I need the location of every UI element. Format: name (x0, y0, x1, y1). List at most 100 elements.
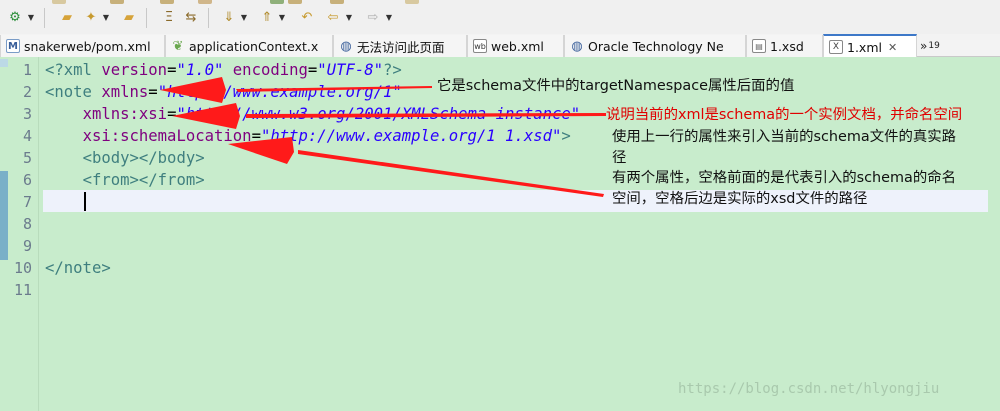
code-token: <? (45, 61, 64, 79)
next-annotation-icon[interactable]: ⇓ (220, 9, 238, 27)
toolbar-top-strip (0, 0, 1000, 6)
line-number: 1 (22, 61, 32, 79)
next-annotation-dropdown-icon[interactable]: ▼ (239, 9, 249, 27)
tab-label: 1.xml (847, 39, 882, 55)
code-token: "UTF-8" (317, 61, 384, 79)
previous-annotation-icon[interactable]: ⇑ (258, 9, 276, 27)
tab-pom-xml[interactable]: M snakerweb/pom.xml (0, 35, 165, 57)
toggle-icon[interactable]: ⇆ (182, 9, 200, 27)
align-icon[interactable]: Ξ (160, 9, 178, 27)
overflow-count: 19 (928, 41, 940, 51)
code-token: </note> (45, 259, 111, 277)
code-token: xmlns (101, 83, 149, 101)
forward-dropdown-icon[interactable]: ▼ (384, 9, 394, 27)
code-line[interactable]: xmlns:xsi="http://www.w3.org/2001/XMLSch… (45, 103, 581, 125)
spring-leaf-icon: ❦ (172, 38, 184, 54)
tab-label: 无法访问此页面 (357, 39, 445, 55)
open-folder-icon[interactable]: ▰ (58, 9, 76, 27)
line-number: 2 (22, 83, 32, 101)
code-line[interactable]: </note> (45, 257, 111, 279)
code-token: > (561, 127, 571, 145)
code-token: = (251, 127, 261, 145)
annotation-xmlns-xsi: 说明当前的xml是schema的一个实例文档，并命名空间 (606, 107, 963, 123)
code-token: <note (45, 83, 102, 101)
gutter-divider (38, 57, 39, 411)
last-edit-icon[interactable]: ↶ (298, 9, 316, 27)
code-token: "http://www.w3.org/2001/XMLSchema-instan… (176, 105, 581, 123)
run-config-dropdown-icon[interactable]: ▼ (26, 9, 36, 27)
tab-label: Oracle Technology Ne (588, 38, 724, 54)
change-marker (0, 59, 8, 67)
previous-annotation-dropdown-icon[interactable]: ▼ (277, 9, 287, 27)
tab-label: web.xml (491, 38, 544, 54)
tab-application-context[interactable]: ❦ applicationContext.x (165, 35, 333, 57)
forward-icon[interactable]: ⇨ (364, 9, 382, 27)
debug-dropdown-icon[interactable]: ▼ (101, 9, 111, 27)
tab-label: applicationContext.x (189, 38, 319, 54)
browser-globe-icon: ◍ (340, 38, 352, 54)
debug-icon[interactable]: ✦ (82, 9, 100, 27)
code-token: version (101, 61, 168, 79)
tab-oracle-technology[interactable]: ◍ Oracle Technology Ne (564, 35, 746, 57)
browser-globe-icon: ◍ (571, 38, 583, 54)
annotation-schema-location-4: 空间，空格后边是实际的xsd文件的路径 (612, 191, 868, 207)
tab-cannot-access-page[interactable]: ◍ 无法访问此页面 (333, 35, 467, 57)
back-dropdown-icon[interactable]: ▼ (344, 9, 354, 27)
back-icon[interactable]: ⇦ (324, 9, 342, 27)
open-file-icon[interactable]: ▰ (120, 9, 138, 27)
main-toolbar: ⚙ ▼ ▰ ✦ ▼ ▰ Ξ ⇆ ⇓ ▼ ⇑ ▼ ↶ ⇦ ▼ ⇨ ▼ (0, 0, 1000, 34)
change-marker (0, 171, 8, 260)
tab-1-xml[interactable]: X 1.xml ✕ (823, 34, 917, 58)
tab-web-xml[interactable]: wb web.xml (467, 35, 564, 57)
line-number: 11 (13, 281, 32, 299)
line-number: 5 (22, 149, 32, 167)
line-number: 7 (22, 193, 32, 211)
code-line[interactable]: <?xml version="1.0" encoding="UTF-8"?> (45, 59, 402, 81)
overflow-chevron-icon: » (920, 39, 928, 53)
tab-label: 1.xsd (770, 38, 804, 54)
close-tab-icon[interactable]: ✕ (888, 41, 897, 54)
text-caret (84, 192, 86, 211)
code-line[interactable]: xsi:schemaLocation="http://www.example.o… (45, 125, 571, 147)
code-token: xml (63, 61, 102, 79)
run-config-icon[interactable]: ⚙ (6, 9, 24, 27)
line-number: 6 (22, 171, 32, 189)
line-number: 3 (22, 105, 32, 123)
line-number: 9 (22, 237, 32, 255)
annotation-xmlns: 它是schema文件中的targetNamespace属性后面的值 (437, 78, 795, 94)
code-line[interactable]: <body></body> (45, 147, 205, 169)
web-xml-icon: wb (473, 39, 487, 53)
line-number: 4 (22, 127, 32, 145)
code-token: = (148, 83, 158, 101)
xml-file-icon: X (829, 40, 843, 54)
code-line[interactable]: <note xmlns="http://www.example.org/1" (45, 81, 402, 103)
toolbar-separator (44, 8, 45, 28)
editor-tab-bar: M snakerweb/pom.xml ❦ applicationContext… (0, 34, 1000, 58)
tab-label: snakerweb/pom.xml (24, 38, 151, 54)
tab-overflow-button[interactable]: » 19 (920, 36, 940, 56)
code-token: <from></from> (82, 171, 205, 189)
code-token: "http://www.example.org/1" (157, 83, 402, 101)
code-token: = (307, 61, 318, 79)
code-token: "http://www.example.org/1 1.xsd" (260, 127, 562, 145)
code-token: "1.0" (176, 61, 224, 79)
maven-icon: M (6, 39, 20, 53)
code-token: encoding (232, 61, 308, 79)
toolbar-separator (208, 8, 209, 28)
tab-1-xsd[interactable]: ▤ 1.xsd (746, 35, 823, 57)
code-token: xsi:schemaLocation (82, 127, 252, 145)
annotation-schema-location-3: 有两个属性，空格前面的是代表引入的schema的命名 (612, 170, 957, 186)
line-number: 10 (13, 259, 32, 277)
code-token: <body></body> (82, 149, 205, 167)
code-token: xmlns:xsi (82, 105, 168, 123)
line-number: 8 (22, 215, 32, 233)
toolbar-separator (146, 8, 147, 28)
annotation-schema-location-2: 径 (612, 150, 627, 166)
code-line[interactable]: <from></from> (45, 169, 205, 191)
watermark: https://blog.csdn.net/hlyongjiu (678, 381, 940, 397)
